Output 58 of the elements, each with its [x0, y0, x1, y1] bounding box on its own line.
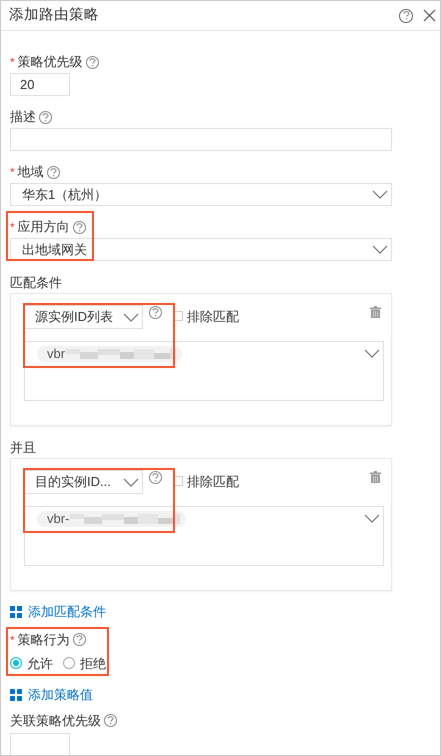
required-mark: * — [10, 634, 15, 646]
help-icon[interactable] — [399, 8, 413, 22]
select-dropdown[interactable]: 目的实例ID... — [24, 470, 143, 494]
field-label: 策略行为 — [18, 630, 70, 649]
help-icon[interactable] — [39, 110, 52, 124]
select-value: 华东1（杭州） — [22, 186, 108, 204]
radio-button[interactable] — [63, 657, 75, 670]
trash-icon[interactable] — [370, 306, 381, 318]
required-mark: * — [10, 56, 15, 68]
required-mark: * — [10, 221, 15, 233]
plus-square-icon — [10, 688, 22, 701]
chevron-down-icon — [372, 190, 388, 199]
field-label: 应用方向 — [18, 218, 70, 236]
radio-option[interactable]: 拒绝 — [63, 654, 106, 673]
chevron-down-icon — [372, 245, 388, 254]
section-heading: 匹配条件 — [10, 274, 63, 291]
radio-button[interactable] — [10, 657, 22, 670]
chevron-down-icon — [123, 478, 139, 486]
tag-select-field[interactable]: vbr- — [24, 506, 384, 566]
select-value: 源实例ID列表 — [35, 308, 113, 326]
chevron-down-icon — [364, 349, 380, 358]
required-mark: * — [10, 166, 15, 178]
tag-chip[interactable]: vbr — [37, 346, 182, 362]
help-icon[interactable] — [86, 56, 99, 68]
help-icon[interactable] — [104, 714, 117, 727]
help-icon[interactable] — [149, 306, 162, 319]
help-icon[interactable] — [46, 166, 60, 178]
select-dropdown[interactable]: 出地域网关 — [10, 238, 392, 261]
chevron-down-icon — [123, 312, 139, 322]
checkbox-label: 排除匹配 — [187, 308, 239, 326]
tag-text: vbr — [47, 345, 66, 364]
field-label: 描述 — [10, 108, 36, 126]
plus-square-icon — [10, 606, 22, 618]
add-value-link[interactable]: 添加策略值 — [10, 685, 93, 704]
close-icon[interactable] — [423, 9, 436, 22]
tag-chip[interactable]: vbr- — [37, 511, 186, 527]
select-dropdown[interactable]: 源实例ID列表 — [24, 305, 143, 329]
number-input-field[interactable]: 20 — [10, 73, 70, 96]
help-icon[interactable] — [72, 633, 86, 646]
help-icon[interactable] — [72, 220, 86, 234]
field-label: 策略优先级 — [18, 53, 83, 72]
help-icon[interactable] — [149, 471, 162, 484]
field-label: 关联策略优先级 — [10, 712, 101, 730]
checkbox-label: 排除匹配 — [187, 473, 239, 491]
field-label: 地域 — [18, 163, 44, 182]
tag-select-field[interactable]: vbr — [24, 341, 384, 401]
tag-text: vbr- — [47, 510, 70, 528]
add-condition-link[interactable]: 添加匹配条件 — [10, 602, 106, 622]
select-dropdown[interactable]: 华东1（杭州） — [10, 183, 392, 206]
select-value: 出地域网关 — [22, 240, 87, 259]
radio-option[interactable]: 允许 — [10, 654, 53, 673]
trash-icon[interactable] — [370, 471, 381, 483]
number-input-field[interactable] — [10, 732, 70, 755]
chevron-down-icon — [364, 514, 380, 523]
section-heading: 并且 — [10, 439, 37, 456]
text-input-field[interactable] — [10, 128, 392, 151]
window-title: 添加路由策略 — [9, 6, 100, 25]
select-value: 目的实例ID... — [35, 473, 111, 492]
